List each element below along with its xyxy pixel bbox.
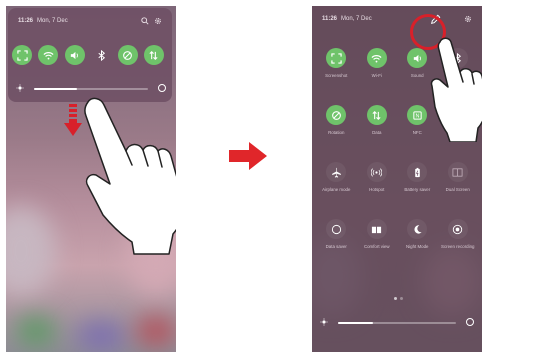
screenshot-icon [331, 52, 342, 64]
phone-screen-right: 11:26 Mon, 7 Dec ScreenshotWi-FiSoundBlu… [312, 6, 482, 352]
nfc-icon: N [413, 110, 422, 120]
quick-tile-screenshot[interactable]: Screenshot [316, 48, 357, 83]
transition-arrow-icon [229, 142, 267, 170]
quick-tile-rotation[interactable]: Rotation [316, 105, 357, 140]
nfc-toggle[interactable]: N [407, 105, 428, 125]
quick-tile-airplane-mode[interactable]: Airplane mode [316, 162, 357, 197]
quick-tile-dual-screen[interactable]: Dual Screen [438, 162, 479, 197]
data-saver-toggle[interactable] [326, 219, 347, 239]
quick-tile-label: Hotspot [369, 187, 385, 192]
brightness-fill [34, 88, 78, 90]
quick-tile-data[interactable]: Data [357, 105, 398, 140]
data-icon [372, 110, 381, 120]
hotspot-toggle[interactable] [366, 162, 387, 182]
bluetooth-tile[interactable] [91, 45, 111, 65]
screenshot-toggle[interactable] [326, 48, 347, 68]
comfort-view-icon [372, 226, 382, 233]
page-indicator [388, 297, 408, 301]
quick-tile-comfort-view[interactable]: Comfort view [357, 219, 398, 254]
night-mode-toggle[interactable] [407, 219, 428, 239]
gear-icon[interactable] [154, 17, 162, 25]
auto-brightness-toggle[interactable] [466, 318, 474, 326]
status-time: 11:26 [322, 16, 338, 22]
search-icon[interactable] [141, 17, 149, 25]
quick-panel-collapsed: 11:26 Mon, 7 Dec [8, 8, 172, 102]
quick-tile-label: Screenshot [325, 73, 348, 78]
quick-tile-label: Data saver [325, 244, 347, 249]
quick-tile-label: Dual Screen [445, 187, 470, 192]
wifi-toggle[interactable] [366, 48, 387, 68]
data-saver-icon [331, 224, 341, 234]
rotation-icon [331, 110, 341, 120]
comfort-view-toggle[interactable] [366, 219, 387, 239]
screen-recording-icon [453, 224, 463, 234]
quick-tile-label: Data [372, 130, 382, 135]
pointing-hand-icon [84, 97, 176, 255]
brightness-icon [16, 84, 24, 92]
quick-tile-night-mode[interactable]: Night Mode [397, 219, 438, 254]
quick-tile-label: Night Mode [406, 244, 429, 249]
quick-tile-hotspot[interactable]: Hotspot [357, 162, 398, 197]
brightness-track[interactable] [338, 322, 456, 324]
screen-recording-toggle[interactable] [447, 219, 468, 239]
data-icon [149, 50, 159, 60]
airplane-icon [331, 167, 341, 178]
page-dot-active [393, 297, 397, 300]
quick-tile-label: Rotation [328, 130, 345, 135]
rotation-toggle[interactable] [326, 105, 347, 125]
page-dot [399, 297, 403, 300]
quick-tile-screen-recording[interactable]: Screen recording [438, 219, 479, 254]
dual-screen-icon [452, 167, 463, 177]
wifi-icon [43, 51, 54, 59]
status-time: 11:26 [18, 18, 34, 24]
data-toggle[interactable] [366, 105, 387, 125]
quick-tile-data-saver[interactable]: Data saver [316, 219, 357, 254]
quick-tile-battery-saver[interactable]: Battery saver [397, 162, 438, 197]
rotation-icon [123, 50, 132, 60]
pointing-hand-icon [430, 37, 482, 142]
quick-tile-wi-fi[interactable]: Wi-Fi [357, 48, 398, 83]
gear-icon[interactable] [464, 15, 472, 23]
hotspot-icon [371, 167, 383, 177]
battery-toggle[interactable] [407, 162, 428, 182]
brightness-icon [320, 318, 328, 326]
svg-text:N: N [415, 113, 419, 119]
quick-tile-label: Airplane mode [322, 187, 351, 192]
status-date: Mon, 7 Dec [37, 18, 68, 24]
wifi-tile[interactable] [38, 45, 59, 65]
status-row: 11:26 Mon, 7 Dec [18, 16, 162, 26]
quick-tiles-row [12, 42, 164, 68]
sound-icon [71, 51, 79, 59]
status-date: Mon, 7 Dec [341, 16, 372, 22]
airplane-toggle[interactable] [326, 162, 347, 182]
screen-capture-icon [16, 49, 28, 61]
screen-capture-tile[interactable] [12, 45, 32, 65]
dual-screen-toggle[interactable] [447, 162, 468, 182]
phone-screen-left: 11:26 Mon, 7 Dec [6, 6, 176, 352]
quick-tile-label: Battery saver [404, 187, 431, 192]
brightness-slider[interactable] [320, 318, 474, 328]
quick-tile-label: Comfort view [363, 244, 390, 249]
rotation-tile[interactable] [117, 45, 138, 65]
data-tile[interactable] [143, 45, 164, 65]
battery-icon [414, 167, 420, 177]
brightness-fill [338, 322, 374, 324]
quick-tile-label: Wi-Fi [371, 73, 382, 78]
sound-icon [413, 54, 421, 62]
status-row: 11:26 Mon, 7 Dec [322, 14, 472, 24]
quick-tile-label: Screen recording [441, 244, 475, 249]
night-mode-icon [414, 224, 422, 234]
sound-toggle[interactable] [407, 48, 428, 68]
sound-tile[interactable] [64, 45, 85, 65]
bluetooth-icon [98, 49, 105, 61]
wifi-icon [371, 54, 382, 62]
